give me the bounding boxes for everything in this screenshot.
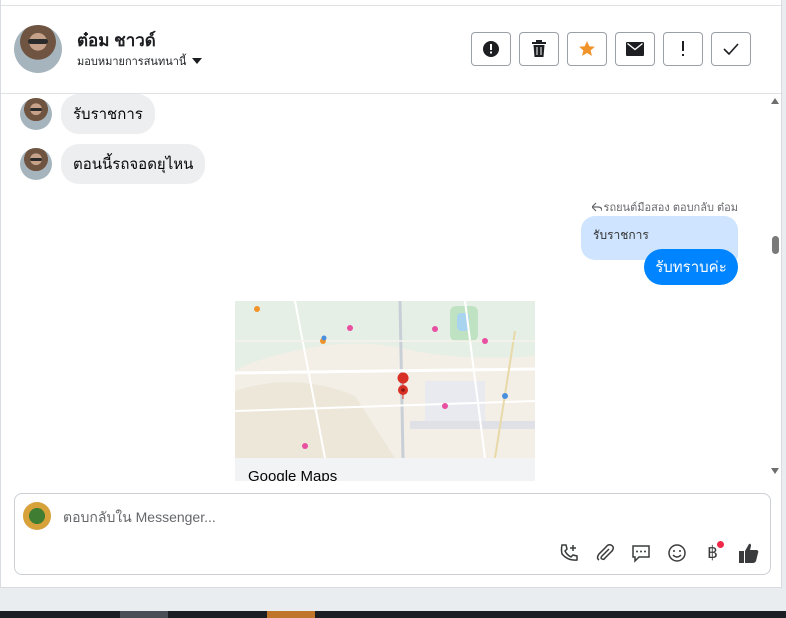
call-add-icon <box>560 543 578 561</box>
envelope-icon <box>626 42 644 56</box>
taskbar <box>0 611 786 618</box>
incoming-message[interactable]: ตอนนี้รถจอดยุไหน <box>61 144 206 184</box>
outgoing-message[interactable]: รับทราบค่ะ <box>644 249 738 285</box>
page-avatar <box>23 502 51 530</box>
sender-avatar <box>20 148 52 180</box>
conversation-panel: ต๋อม ชาวด์ มอบหมายการสนทนานี้ รับราชการ … <box>0 0 783 588</box>
contact-avatar[interactable] <box>14 25 62 73</box>
call-button[interactable] <box>557 541 580 564</box>
reply-composer: ฿ <box>14 493 771 575</box>
scroll-up-arrow-icon[interactable] <box>771 98 779 104</box>
trash-icon <box>532 40 546 57</box>
attach-icon <box>596 543 614 561</box>
assign-label: มอบหมายการสนทนานี้ <box>77 56 187 68</box>
taskbar-item[interactable] <box>267 611 315 618</box>
taskbar-item[interactable] <box>120 611 168 618</box>
header-actions <box>471 32 751 66</box>
scroll-down-arrow-icon[interactable] <box>771 468 779 474</box>
saved-replies-button[interactable] <box>629 541 652 564</box>
message-thread[interactable]: รับราชการ ตอนนี้รถจอดยุไหน รถยนต์มือสอง … <box>1 94 767 481</box>
message-row-incoming: รับราชการ <box>20 94 155 134</box>
chat-scrollbar[interactable] <box>767 94 783 481</box>
conversation-header: ต๋อม ชาวด์ มอบหมายการสนทนานี้ <box>1 5 783 94</box>
alert-circle-icon <box>483 41 499 57</box>
contact-name[interactable]: ต๋อม ชาวด์ <box>77 27 156 54</box>
emoji-icon <box>667 543 686 562</box>
map-image[interactable] <box>235 301 535 458</box>
payment-button[interactable]: ฿ <box>701 541 724 564</box>
composer-tools: ฿ <box>557 541 760 564</box>
delete-button[interactable] <box>519 32 559 66</box>
caret-down-icon <box>192 58 203 64</box>
incoming-message[interactable]: รับราชการ <box>61 94 155 134</box>
reply-input[interactable] <box>63 506 663 528</box>
mark-unread-button[interactable] <box>615 32 655 66</box>
check-icon <box>723 43 739 55</box>
map-graphic <box>235 301 535 458</box>
like-button[interactable] <box>737 541 760 564</box>
sender-avatar <box>20 98 52 130</box>
reply-context-label: รถยนต์มือสอง ตอบกลับ ต๋อม <box>591 198 738 216</box>
notification-dot <box>717 541 724 548</box>
follow-up-button[interactable] <box>663 32 703 66</box>
exclamation-icon <box>682 41 684 56</box>
message-row-incoming: ตอนนี้รถจอดยุไหน <box>20 144 206 184</box>
chat-bubble-icon <box>631 544 650 563</box>
thumbs-up-icon <box>738 543 758 563</box>
star-icon <box>579 41 595 56</box>
reply-label-text: รถยนต์มือสอง ตอบกลับ ต๋อม <box>603 202 738 214</box>
reply-arrow-icon <box>591 202 602 212</box>
mark-done-button[interactable] <box>711 32 751 66</box>
mark-spam-button[interactable] <box>471 32 511 66</box>
attach-button[interactable] <box>593 541 616 564</box>
emoji-button[interactable] <box>665 541 688 564</box>
map-title[interactable]: Google Maps <box>248 468 337 481</box>
star-button[interactable] <box>567 32 607 66</box>
assign-conversation-dropdown[interactable]: มอบหมายการสนทนานี้ <box>77 52 203 70</box>
scrollbar-thumb[interactable] <box>772 236 779 254</box>
map-attachment[interactable]: Google Maps <box>235 301 535 481</box>
